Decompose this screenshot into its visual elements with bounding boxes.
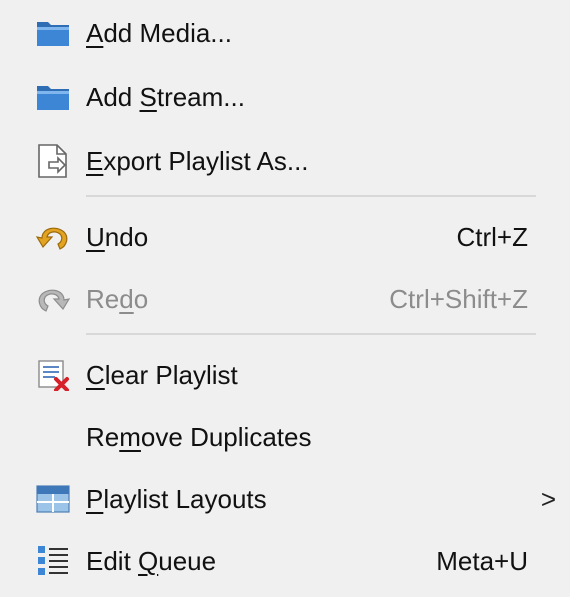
menu-item-label: Undo bbox=[86, 221, 149, 252]
playlist-context-menu: Add Media... Add Stream... Export Playli… bbox=[0, 0, 570, 597]
menu-item-add-stream[interactable]: Add Stream... bbox=[0, 66, 570, 128]
menu-item-playlist-layouts[interactable]: Playlist Layouts > bbox=[0, 468, 570, 530]
menu-item-label: Edit Queue bbox=[86, 545, 217, 576]
folder-icon bbox=[36, 16, 70, 50]
submenu-arrow-icon: > bbox=[540, 483, 556, 514]
export-document-icon bbox=[36, 144, 70, 178]
menu-item-remove-duplicates[interactable]: Remove Duplicates bbox=[0, 406, 570, 468]
clear-playlist-icon bbox=[36, 358, 70, 392]
shortcut-label: Meta+U bbox=[436, 545, 528, 576]
menu-item-label: Export Playlist As... bbox=[86, 145, 309, 176]
menu-item-label: Redo bbox=[86, 283, 149, 314]
menu-item-clear-playlist[interactable]: Clear Playlist bbox=[0, 344, 570, 406]
folder-icon bbox=[36, 80, 70, 114]
menu-item-label: Playlist Layouts bbox=[86, 483, 267, 514]
menu-separator bbox=[86, 195, 536, 197]
layout-icon bbox=[36, 482, 70, 516]
menu-item-label: Remove Duplicates bbox=[86, 421, 312, 452]
menu-item-export-playlist[interactable]: Export Playlist As... bbox=[0, 130, 570, 192]
menu-item-edit-queue[interactable]: Edit Queue Meta+U bbox=[0, 530, 570, 592]
shortcut-label: Ctrl+Shift+Z bbox=[389, 283, 528, 314]
menu-item-add-media[interactable]: Add Media... bbox=[0, 2, 570, 64]
menu-item-undo[interactable]: Undo Ctrl+Z bbox=[0, 206, 570, 268]
menu-item-label: Add Stream... bbox=[86, 81, 245, 112]
menu-item-label: Clear Playlist bbox=[86, 359, 238, 390]
redo-icon bbox=[36, 282, 70, 316]
shortcut-label: Ctrl+Z bbox=[456, 221, 529, 252]
queue-list-icon bbox=[36, 544, 70, 578]
undo-icon bbox=[36, 220, 70, 254]
menu-item-redo[interactable]: Redo Ctrl+Shift+Z bbox=[0, 268, 570, 330]
menu-separator bbox=[86, 333, 536, 335]
menu-item-label: Add Media... bbox=[86, 17, 232, 48]
